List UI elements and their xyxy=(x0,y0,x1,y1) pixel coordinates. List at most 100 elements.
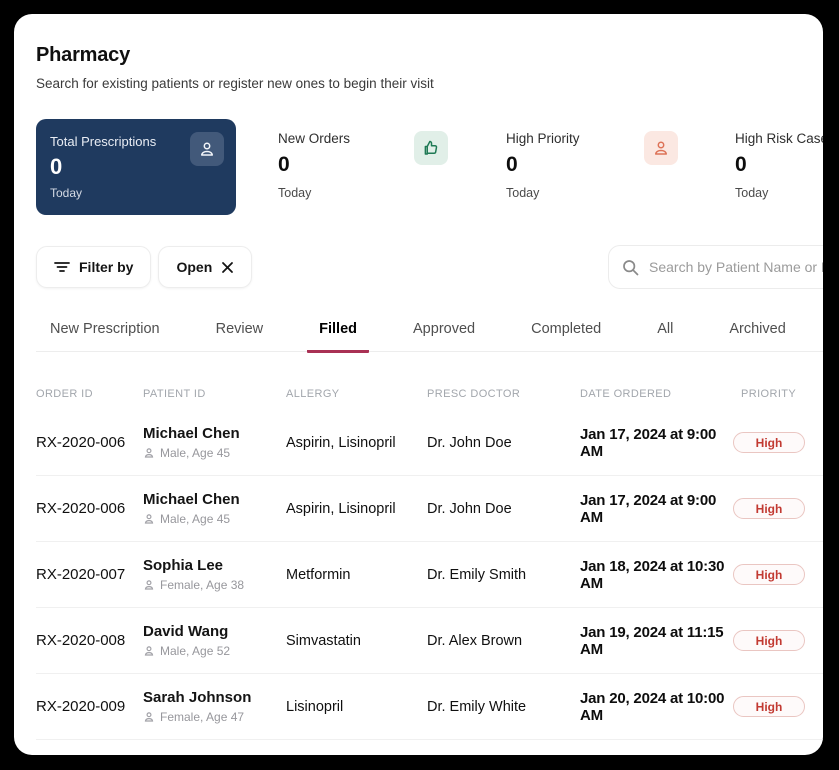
patient-name: Michael Chen xyxy=(143,491,240,508)
close-icon[interactable] xyxy=(221,261,234,274)
tab-archived[interactable]: Archived xyxy=(727,321,787,351)
allergy: Simvastatin xyxy=(286,632,361,649)
patient-meta: Female, Age 47 xyxy=(143,710,286,724)
priority-cell: High xyxy=(733,696,823,717)
patient-name: Sarah Johnson xyxy=(143,689,252,706)
stat-card-total-prescriptions[interactable]: Total Prescriptions 0 Today xyxy=(36,119,236,215)
person-icon xyxy=(144,448,154,458)
presc-doctor: Dr. John Doe xyxy=(427,500,512,517)
tab-approved[interactable]: Approved xyxy=(411,321,477,351)
priority-badge: High xyxy=(733,630,805,651)
priority-cell: High xyxy=(733,564,823,585)
priority-cell: High xyxy=(733,432,823,453)
tab-all[interactable]: All xyxy=(655,321,675,351)
allergy: Lisinopril xyxy=(286,698,344,715)
patient-meta-text: Male, Age 45 xyxy=(160,446,231,460)
table-row[interactable]: RX-2020-006 Michael Chen Male, Age 45 As… xyxy=(36,410,823,476)
patient-meta-text: Male, Age 52 xyxy=(160,644,231,658)
patient-meta: Female, Age 38 xyxy=(143,578,286,592)
tab-bar: New Prescription Review Filled Approved … xyxy=(36,321,823,353)
table-row[interactable]: RX-2020-009 Sarah Johnson Female, Age 47… xyxy=(36,674,823,740)
col-header-presc-doctor: PRESC DOCTOR xyxy=(427,388,521,400)
thumbs-up-icon xyxy=(414,131,448,165)
patient-cell: David Wang Male, Age 52 xyxy=(143,623,286,658)
tab-review[interactable]: Review xyxy=(214,321,266,351)
patient-cell: Michael Chen Male, Age 45 xyxy=(143,491,286,526)
person-icon xyxy=(144,514,154,524)
col-header-date-ordered: DATE ORDERED xyxy=(580,388,672,400)
order-id: RX-2020-009 xyxy=(36,698,126,715)
user-icon xyxy=(190,132,224,166)
stat-period: Today xyxy=(735,186,769,200)
search-input[interactable] xyxy=(649,259,823,275)
presc-doctor: Dr. Emily White xyxy=(427,698,527,715)
stat-label: High Priority xyxy=(506,131,580,146)
patient-meta: Male, Age 45 xyxy=(143,512,286,526)
filter-icon xyxy=(54,262,70,272)
col-header-order-id: ORDER ID xyxy=(36,388,93,400)
priority-badge: High xyxy=(733,696,805,717)
stat-text: New Orders 0 Today xyxy=(278,131,350,200)
table-header: ORDER ID PATIENT ID ALLERGY PRESC DOCTOR… xyxy=(36,388,823,400)
stat-value: 0 xyxy=(278,153,290,176)
date-ordered: Jan 20, 2024 at 10:00 AM xyxy=(580,689,725,724)
order-id: RX-2020-007 xyxy=(36,566,126,583)
table-row[interactable]: RX-2020-007 Sophia Lee Female, Age 38 Me… xyxy=(36,542,823,608)
stat-label: New Orders xyxy=(278,131,351,146)
tab-completed[interactable]: Completed xyxy=(529,321,603,351)
date-ordered: Jan 17, 2024 at 9:00 AM xyxy=(580,425,717,460)
patient-cell: Michael Chen Male, Age 45 xyxy=(143,425,286,460)
order-id: RX-2020-008 xyxy=(36,632,126,649)
stat-period: Today xyxy=(278,186,312,200)
page-title: Pharmacy xyxy=(36,44,131,66)
patient-search[interactable] xyxy=(608,245,823,289)
patient-meta: Male, Age 45 xyxy=(143,446,286,460)
priority-cell: High xyxy=(733,498,823,519)
patient-meta-text: Female, Age 47 xyxy=(160,710,245,724)
allergy: Metformin xyxy=(286,566,351,583)
stat-card-new-orders[interactable]: New Orders 0 Today xyxy=(278,119,506,215)
patient-name: Michael Chen xyxy=(143,425,240,442)
person-icon xyxy=(144,580,154,590)
tab-filled[interactable]: Filled xyxy=(307,321,370,353)
col-header-allergy: ALLERGY xyxy=(286,388,340,400)
filter-by-button[interactable]: Filter by xyxy=(36,246,152,288)
table-row[interactable]: RX-2020-008 David Wang Male, Age 52 Simv… xyxy=(36,608,823,674)
date-ordered: Jan 17, 2024 at 9:00 AM xyxy=(580,491,717,526)
active-filter-label: Open xyxy=(176,259,213,275)
stat-value: 0 xyxy=(735,153,747,176)
stat-value: 0 xyxy=(506,153,518,176)
presc-doctor: Dr. John Doe xyxy=(427,434,512,451)
filter-by-label: Filter by xyxy=(79,259,134,275)
page-subtitle: Search for existing patients or register… xyxy=(36,76,434,91)
priority-badge: High xyxy=(733,564,805,585)
table-row[interactable]: RX-2020-006 Michael Chen Male, Age 45 As… xyxy=(36,476,823,542)
patient-meta: Male, Age 52 xyxy=(143,644,286,658)
stat-card-high-risk-cases[interactable]: High Risk Cases 0 Today xyxy=(735,119,823,215)
stat-text: High Risk Cases 0 Today xyxy=(735,131,823,200)
app-frame: Pharmacy Search for existing patients or… xyxy=(0,0,839,770)
patient-name: Sophia Lee xyxy=(143,557,224,574)
stat-card-high-priority[interactable]: High Priority 0 Today xyxy=(506,119,735,215)
priority-badge: High xyxy=(733,498,805,519)
person-icon xyxy=(144,712,154,722)
date-ordered: Jan 18, 2024 at 10:30 AM xyxy=(580,557,725,592)
col-header-priority: PRIORITY xyxy=(741,388,797,400)
stat-period: Today xyxy=(506,186,540,200)
presc-doctor: Dr. Alex Brown xyxy=(427,632,523,649)
person-icon xyxy=(144,646,154,656)
priority-cell: High xyxy=(733,630,823,651)
filter-row: Filter by Open xyxy=(36,245,823,289)
active-filter-chip-open[interactable]: Open xyxy=(158,246,253,288)
order-id: RX-2020-006 xyxy=(36,434,126,451)
tab-new-prescription[interactable]: New Prescription xyxy=(48,321,162,351)
prescription-list: RX-2020-006 Michael Chen Male, Age 45 As… xyxy=(36,410,823,740)
stat-label: High Risk Cases xyxy=(735,131,823,146)
col-header-patient-id: PATIENT ID xyxy=(143,388,206,400)
stat-period: Today xyxy=(50,186,83,200)
date-ordered: Jan 19, 2024 at 11:15 AM xyxy=(580,623,724,658)
allergy: Aspirin, Lisinopril xyxy=(286,434,396,451)
patient-cell: Sophia Lee Female, Age 38 xyxy=(143,557,286,592)
user-icon xyxy=(644,131,678,165)
patient-meta-text: Male, Age 45 xyxy=(160,512,231,526)
